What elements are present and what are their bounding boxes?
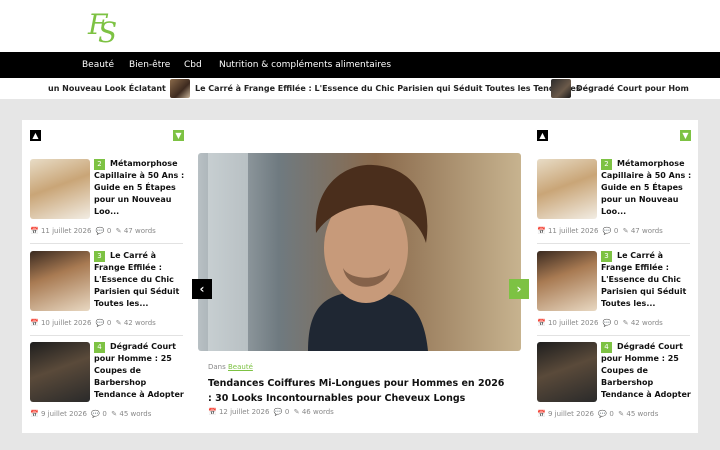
chevron-up-icon: ▲ — [32, 131, 39, 140]
card-title[interactable]: Le Carré à Frange Effilée : L'Essence du… — [94, 250, 186, 310]
scroll-up-button[interactable]: ▲ — [537, 130, 548, 141]
featured-category-line: Dans Beauté — [208, 363, 253, 371]
featured-meta: 📅 12 juillet 2026 💬 0 ✎ 46 words — [208, 408, 334, 416]
news-ticker: un Nouveau Look Éclatant Le Carré à Fran… — [0, 78, 720, 99]
card-words: 45 words — [626, 410, 659, 418]
scroll-down-button[interactable]: ▼ — [173, 130, 184, 141]
scroll-up-button[interactable]: ▲ — [30, 130, 41, 141]
card-meta: 📅 9 juillet 2026 💬 0 ✎ 45 words — [30, 410, 151, 418]
card-meta: 📅 9 juillet 2026 💬 0 ✎ 45 words — [537, 410, 658, 418]
card-comments: 0 — [102, 410, 107, 418]
card-comments: 0 — [609, 410, 614, 418]
calendar-icon: 📅 — [537, 410, 546, 418]
card-meta: 📅 10 juillet 2026 💬 0 ✎ 42 words — [30, 319, 156, 327]
scroll-down-button[interactable]: ▼ — [680, 130, 691, 141]
card-date: 11 juillet 2026 — [547, 227, 599, 235]
divider — [537, 243, 690, 244]
featured-words: 46 words — [301, 408, 334, 416]
calendar-icon: 📅 — [30, 319, 39, 327]
calendar-icon: 📅 — [537, 319, 546, 327]
card-comments: 0 — [106, 227, 112, 235]
card-meta: 📅 11 juillet 2026 💬 0 ✎ 47 words — [30, 227, 156, 235]
chevron-up-icon: ▲ — [539, 131, 546, 140]
featured-image[interactable] — [198, 153, 521, 351]
edit-icon: ✎ — [622, 319, 629, 327]
dans-label: Dans — [208, 363, 226, 371]
slider-prev-button[interactable]: ‹ — [192, 279, 212, 299]
comment-icon: 💬 — [598, 410, 608, 418]
category-link[interactable]: Beauté — [228, 363, 253, 371]
comment-icon: 💬 — [95, 319, 105, 327]
chevron-right-icon: › — [516, 282, 522, 296]
card-thumb[interactable] — [30, 251, 90, 311]
chevron-left-icon: ‹ — [199, 282, 205, 296]
chevron-down-icon: ▼ — [682, 131, 689, 140]
ticker-thumb[interactable] — [551, 79, 571, 98]
card-title[interactable]: Métamorphose Capillaire à 50 Ans : Guide… — [94, 158, 186, 218]
nav-item-cbd[interactable]: Cbd — [184, 52, 202, 78]
ticker-item[interactable]: Dégradé Court pour Hom — [576, 78, 689, 99]
comment-icon: 💬 — [602, 319, 612, 327]
slider-next-button[interactable]: › — [509, 279, 529, 299]
chevron-down-icon: ▼ — [175, 131, 182, 140]
edit-icon: ✎ — [293, 408, 300, 416]
edit-icon: ✎ — [618, 410, 625, 418]
card-meta: 📅 10 juillet 2026 💬 0 ✎ 42 words — [537, 319, 663, 327]
card-thumb[interactable] — [30, 342, 90, 402]
calendar-icon: 📅 — [30, 227, 39, 235]
ticker-item[interactable]: un Nouveau Look Éclatant — [48, 78, 166, 99]
card-words: 47 words — [123, 227, 156, 235]
card-title[interactable]: Dégradé Court pour Homme : 25 Coupes de … — [94, 341, 186, 401]
calendar-icon: 📅 — [208, 408, 217, 416]
edit-icon: ✎ — [115, 319, 122, 327]
edit-icon: ✎ — [115, 227, 122, 235]
featured-comments: 0 — [284, 408, 290, 416]
ticker-thumb[interactable] — [170, 79, 190, 98]
divider — [30, 243, 183, 244]
main-nav: Beauté Bien-être Cbd Nutrition & complém… — [0, 52, 720, 78]
site-logo[interactable]: F S — [88, 8, 118, 49]
featured-date: 12 juillet 2026 — [218, 408, 270, 416]
card-title[interactable]: Dégradé Court pour Homme : 25 Coupes de … — [601, 341, 693, 401]
comment-icon: 💬 — [602, 227, 612, 235]
comment-icon: 💬 — [95, 227, 105, 235]
card-thumb[interactable] — [537, 251, 597, 311]
site-header: F S — [0, 0, 720, 52]
featured-title[interactable]: Tendances Coiffures Mi-Longues pour Homm… — [208, 376, 508, 406]
card-thumb[interactable] — [537, 342, 597, 402]
card-words: 42 words — [630, 319, 663, 327]
card-words: 42 words — [123, 319, 156, 327]
featured-photo — [198, 153, 521, 351]
card-comments: 0 — [613, 319, 619, 327]
card-comments: 0 — [613, 227, 619, 235]
card-words: 47 words — [630, 227, 663, 235]
calendar-icon: 📅 — [537, 227, 546, 235]
card-comments: 0 — [106, 319, 112, 327]
comment-icon: 💬 — [91, 410, 101, 418]
card-date: 11 juillet 2026 — [40, 227, 92, 235]
divider — [537, 335, 690, 336]
card-meta: 📅 11 juillet 2026 💬 0 ✎ 47 words — [537, 227, 663, 235]
card-thumb[interactable] — [30, 159, 90, 219]
card-date: 10 juillet 2026 — [547, 319, 599, 327]
card-title[interactable]: Métamorphose Capillaire à 50 Ans : Guide… — [601, 158, 693, 218]
card-words: 45 words — [119, 410, 152, 418]
edit-icon: ✎ — [111, 410, 118, 418]
card-title[interactable]: Le Carré à Frange Effilée : L'Essence du… — [601, 250, 693, 310]
ticker-item[interactable]: Le Carré à Frange Effilée : L'Essence du… — [195, 78, 581, 99]
comment-icon: 💬 — [273, 408, 283, 416]
card-date: 9 juillet 2026 — [547, 410, 594, 418]
nav-item-beaute[interactable]: Beauté — [82, 52, 114, 78]
edit-icon: ✎ — [622, 227, 629, 235]
nav-item-bien-etre[interactable]: Bien-être — [129, 52, 170, 78]
card-thumb[interactable] — [537, 159, 597, 219]
logo-letter-s: S — [98, 16, 118, 49]
card-date: 10 juillet 2026 — [40, 319, 92, 327]
card-date: 9 juillet 2026 — [40, 410, 87, 418]
calendar-icon: 📅 — [30, 410, 39, 418]
divider — [30, 335, 183, 336]
nav-item-nutrition[interactable]: Nutrition & compléments alimentaires — [219, 52, 391, 78]
